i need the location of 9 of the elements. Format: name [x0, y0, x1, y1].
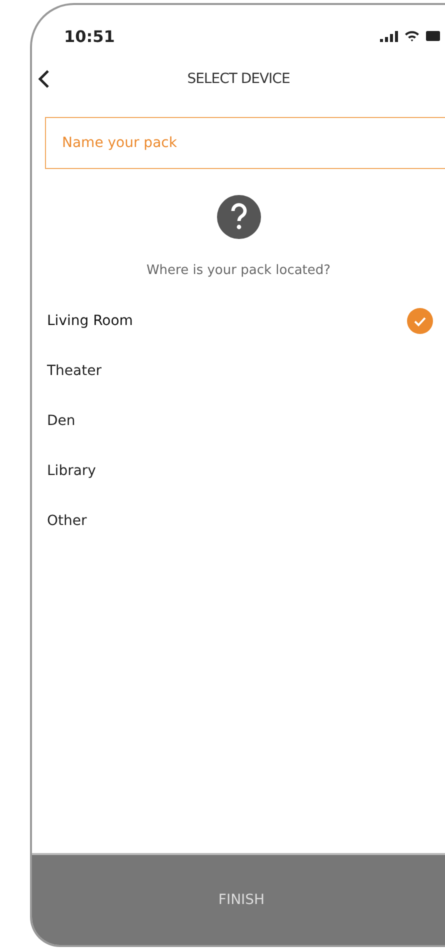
name-input-field[interactable]: Name your pack — [45, 117, 445, 169]
location-option[interactable]: Living Room — [32, 296, 445, 346]
location-option[interactable]: Other — [32, 496, 445, 546]
location-prompt: Where is your pack located? — [145, 263, 332, 278]
location-option[interactable]: Den — [32, 396, 445, 446]
page-title: SELECT DEVICE — [187, 71, 290, 87]
location-option[interactable]: Theater — [32, 346, 445, 396]
location-option[interactable]: Library — [32, 446, 445, 496]
status-time: 10:51 — [64, 26, 115, 46]
